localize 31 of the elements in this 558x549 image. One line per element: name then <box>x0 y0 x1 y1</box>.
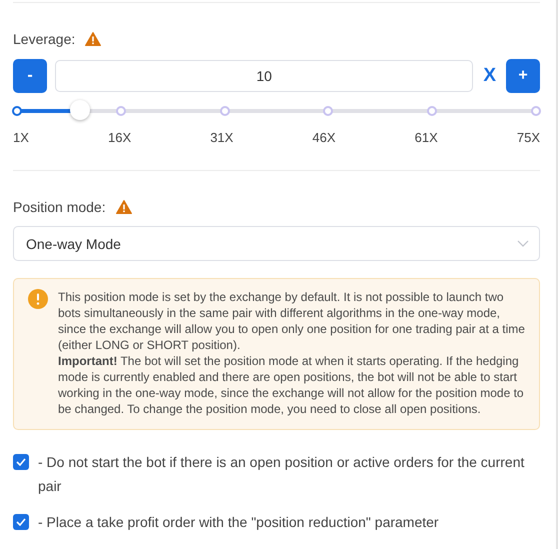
checkbox[interactable] <box>13 514 29 530</box>
tick-label: 1X <box>13 130 29 145</box>
checkbox[interactable] <box>13 454 29 470</box>
leverage-input[interactable]: 10 <box>55 60 474 92</box>
slider-stop <box>427 106 438 116</box>
alert-icon <box>28 289 48 309</box>
chevron-icon <box>517 240 529 247</box>
slider-stop <box>116 106 126 116</box>
notice-text: Important! The bot will set the position mode at when it starts operating. If the hedging mode is currently enabled and there are open positions, the bot will not be able to start working in the one-way mode, since the exchange will not allow for the position mode to be changed. To change the position mode, you need to close all open positions. <box>58 353 525 417</box>
notice-text: This position mode is set by the exchange by default. It is not possible to launch two bots simultaneously in the same pair with different algorithms in the one-way mode, since the exchange will allow you to open only one position for one trading pair at a time (either LONG or SHORT position). <box>58 289 525 353</box>
tick-label: 16X <box>108 130 132 145</box>
tick-label: 75X <box>516 130 540 145</box>
check-icon <box>16 458 26 466</box>
option-label: - Do not start the bot if there is an open position or active orders for the current pair <box>38 453 526 496</box>
decrement-button[interactable]: - <box>13 59 47 93</box>
tick-label: 61X <box>414 130 438 145</box>
unit-label: X <box>483 65 496 87</box>
leverage-slider[interactable] <box>13 100 540 122</box>
slider-stop <box>323 106 334 116</box>
field-label: Leverage: <box>13 31 76 47</box>
field-label: Position mode: <box>13 199 106 215</box>
slider-stop <box>220 106 230 116</box>
tick-label: 46X <box>312 130 336 145</box>
mode-select[interactable]: One-way Mode <box>13 226 540 261</box>
check-icon <box>16 518 26 526</box>
slider-stop <box>12 106 22 116</box>
increment-button[interactable]: + <box>506 59 540 93</box>
slider-stop <box>531 106 541 116</box>
slider-thumb[interactable] <box>70 100 90 120</box>
tick-label: 31X <box>210 130 234 145</box>
option-label: - Place a take profit order with the "position reduction" parameter <box>38 513 439 532</box>
